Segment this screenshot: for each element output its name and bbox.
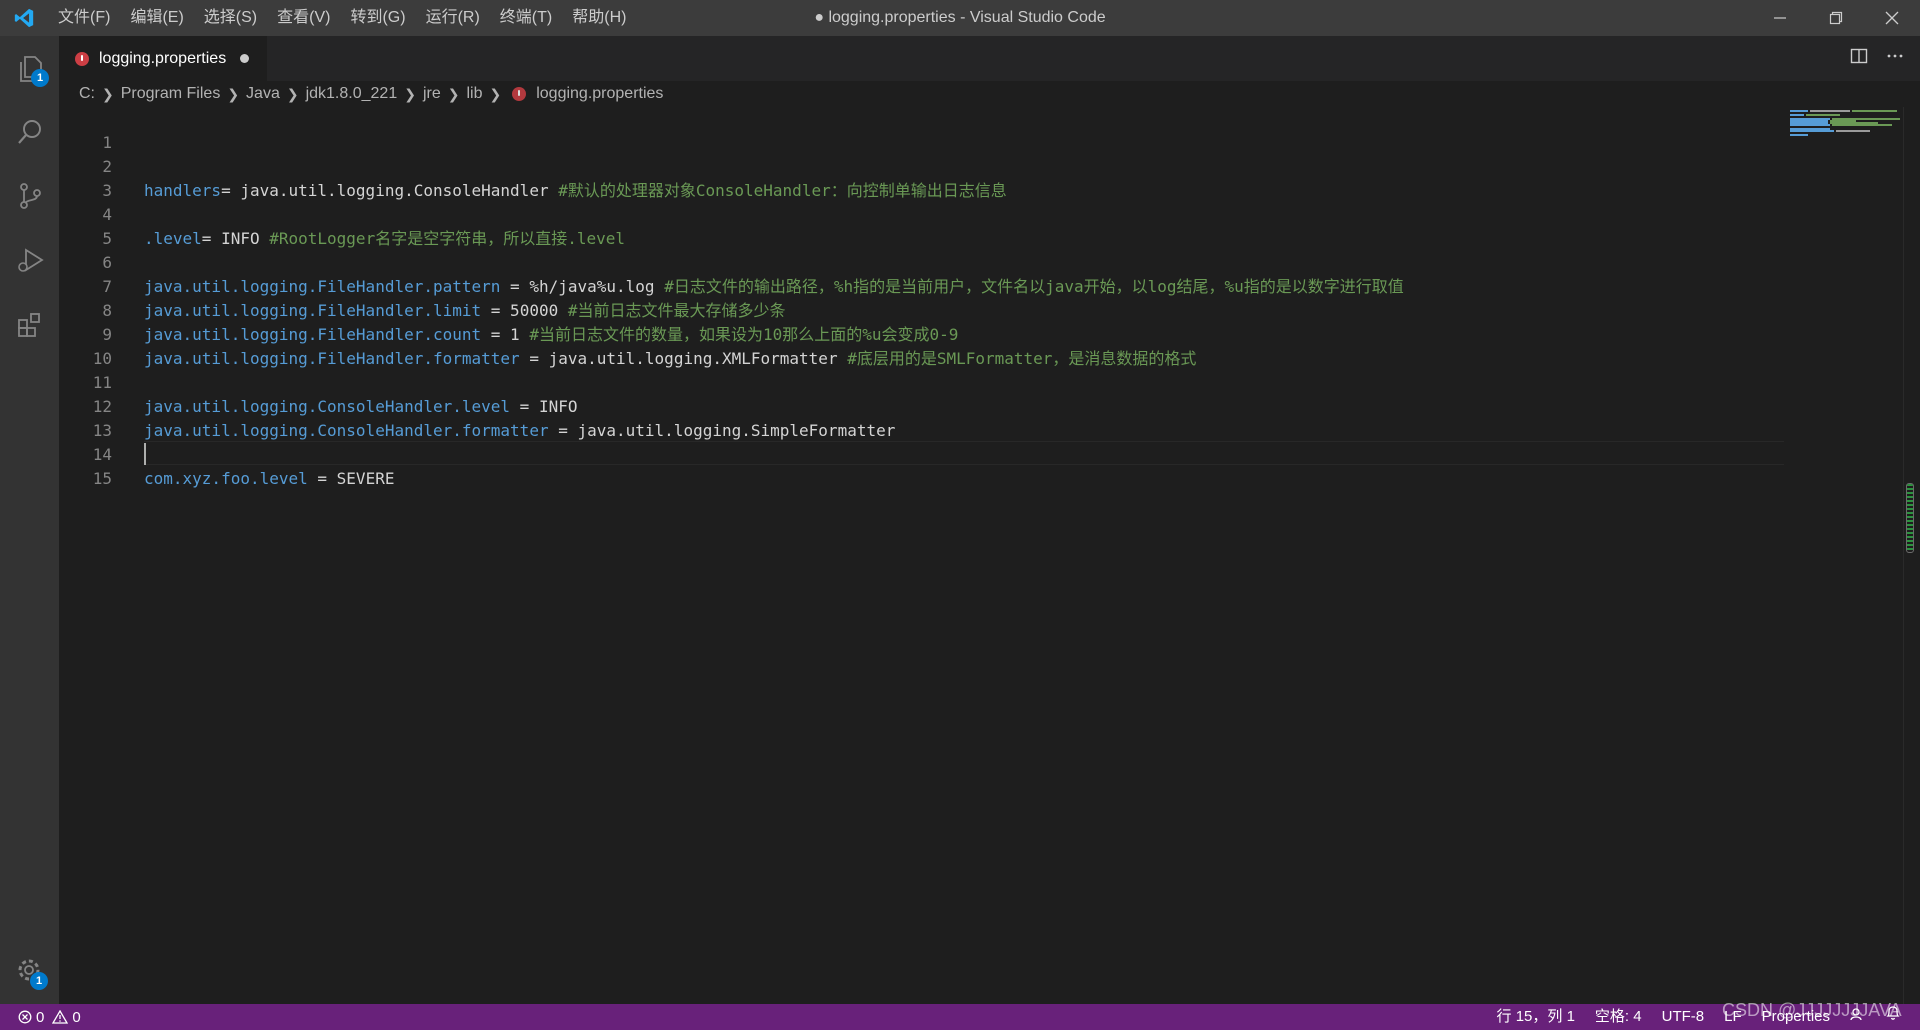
menu-selection[interactable]: 选择(S) [194, 0, 267, 36]
minimap-line [1790, 114, 1804, 116]
property-value: = SEVERE [307, 469, 395, 488]
explorer-badge: 1 [31, 69, 49, 87]
run-debug-icon [17, 248, 44, 272]
menu-help[interactable]: 帮助(H) [562, 0, 636, 36]
more-actions-button[interactable] [1886, 47, 1904, 70]
close-window-button[interactable] [1864, 0, 1920, 36]
explorer-button[interactable]: 1 [0, 36, 59, 100]
code-line: 8 java.util.logging.FileHandler.count = … [59, 275, 1779, 344]
code-line: 7 java.util.logging.FileHandler.limit = … [59, 251, 1779, 320]
code-line: 4 .level= INFO #RootLogger名字是空字符串，所以直接.l… [59, 179, 1779, 248]
extensions-icon [17, 313, 40, 337]
breadcrumb-file[interactable]: logging.properties [536, 85, 663, 103]
minimize-button[interactable] [1752, 0, 1808, 36]
code-line: 2 handlers= java.util.logging.ConsoleHan… [59, 131, 1779, 200]
menu-run[interactable]: 运行(R) [416, 0, 490, 36]
minimap-line [1832, 124, 1892, 126]
minimap-line [1810, 110, 1850, 112]
error-icon [18, 1010, 32, 1024]
property-key: com.xyz.foo.level [144, 469, 308, 488]
chevron-right-icon: ❯ [447, 85, 460, 102]
line-number: 15 [92, 469, 112, 488]
code-line: 15 [59, 443, 1779, 488]
code-line: 6 java.util.logging.FileHandler.pattern … [59, 227, 1779, 296]
breadcrumb-item[interactable]: C: [79, 85, 95, 103]
minimap-line [1790, 124, 1830, 126]
activity-bar: 1 1 [0, 36, 59, 1004]
cursor-position[interactable]: 行 15，列 1 [1487, 1004, 1585, 1030]
menu-view[interactable]: 查看(V) [267, 0, 340, 36]
minimap[interactable] [1790, 108, 1902, 138]
problems-indicator[interactable]: 0 0 [18, 1004, 81, 1030]
source-control-button[interactable] [0, 164, 59, 228]
unsaved-dot-icon[interactable] [240, 54, 250, 63]
breadcrumb-item[interactable]: lib [466, 85, 482, 103]
extensions-button[interactable] [0, 292, 59, 356]
warning-icon [52, 1010, 69, 1024]
run-debug-button[interactable] [0, 228, 59, 292]
breadcrumb: C: ❯ Program Files ❯ Java ❯ jdk1.8.0_221… [59, 81, 1920, 107]
encoding[interactable]: UTF-8 [1652, 1004, 1715, 1030]
code-line: 1 [59, 107, 1779, 152]
menu-go[interactable]: 转到(G) [340, 0, 415, 36]
restore-button[interactable] [1808, 0, 1864, 36]
code-editor[interactable]: 1 2 handlers= java.util.logging.ConsoleH… [59, 107, 1920, 1004]
indentation[interactable]: 空格: 4 [1585, 1004, 1652, 1030]
ellipsis-icon [1887, 54, 1903, 58]
tab-logging-properties[interactable]: logging.properties [59, 36, 267, 81]
manage-button[interactable]: 1 [0, 938, 59, 1002]
warning-count: 0 [72, 1008, 81, 1026]
chevron-right-icon: ❯ [286, 85, 299, 102]
minimap-line [1790, 134, 1808, 136]
minimap-line [1790, 130, 1834, 132]
window-controls [1752, 0, 1920, 36]
scrollbar-thumb[interactable] [1906, 483, 1914, 553]
restore-icon [1829, 11, 1843, 25]
chevron-right-icon: ❯ [404, 85, 416, 102]
breadcrumb-item[interactable]: Program Files [121, 85, 221, 103]
editor-tabs: logging.properties [59, 36, 1920, 81]
title-bar: 文件(F) 编辑(E) 选择(S) 查看(V) 转到(G) 运行(R) 终端(T… [0, 0, 1920, 36]
properties-file-icon [512, 87, 527, 101]
code-line: 11 java.util.logging.ConsoleHandler.leve… [59, 347, 1779, 416]
minimap-line [1806, 114, 1840, 116]
vscode-logo-icon [0, 0, 48, 36]
close-icon [1885, 11, 1899, 25]
editor-actions [1850, 36, 1904, 81]
breadcrumb-item[interactable]: Java [246, 85, 280, 103]
vertical-scrollbar[interactable] [1903, 107, 1918, 1004]
breadcrumb-item[interactable]: jre [423, 85, 441, 103]
breadcrumb-item[interactable]: jdk1.8.0_221 [306, 85, 398, 103]
tab-label: logging.properties [99, 49, 227, 67]
minimap-line [1852, 110, 1897, 112]
chevron-right-icon: ❯ [227, 85, 240, 102]
search-icon [17, 120, 41, 144]
code-line: 12 java.util.logging.ConsoleHandler.form… [59, 371, 1779, 440]
split-editor-button[interactable] [1850, 47, 1868, 70]
status-bar: 0 0 行 15，列 1 空格: 4 UTF-8 LF Properties [0, 1004, 1920, 1030]
code-line: 5 [59, 203, 1779, 248]
minimap-line [1836, 130, 1870, 132]
menu-bar: 文件(F) 编辑(E) 选择(S) 查看(V) 转到(G) 运行(R) 终端(T… [48, 0, 636, 36]
split-editor-icon [1850, 48, 1868, 64]
minimize-icon [1774, 17, 1786, 19]
chevron-right-icon: ❯ [489, 85, 502, 102]
error-count: 0 [36, 1008, 45, 1026]
code-line: 13 [59, 395, 1779, 440]
code-line: 9 java.util.logging.FileHandler.formatte… [59, 299, 1779, 368]
chevron-right-icon: ❯ [102, 85, 114, 102]
watermark: CSDN @JJJJJJJJAVA [1722, 1000, 1902, 1020]
code-line: 3 [59, 155, 1779, 200]
minimap-line [1790, 110, 1808, 112]
properties-file-icon [75, 51, 89, 66]
menu-edit[interactable]: 编辑(E) [120, 0, 193, 36]
menu-terminal[interactable]: 终端(T) [490, 0, 562, 36]
code-line: 10 [59, 323, 1779, 368]
settings-badge: 1 [30, 972, 48, 990]
code-line: 14 com.xyz.foo.level = SEVERE [59, 419, 1779, 488]
search-button[interactable] [0, 100, 59, 164]
menu-file[interactable]: 文件(F) [48, 0, 120, 36]
source-control-icon [19, 183, 41, 209]
